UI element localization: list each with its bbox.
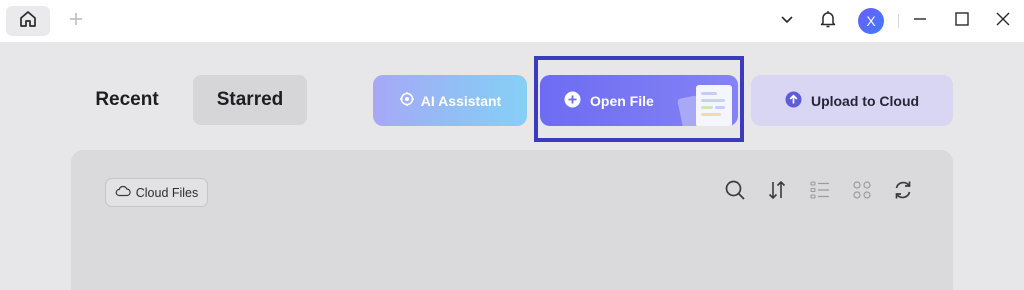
plus-circle-icon [564, 91, 581, 111]
upload-arrow-icon [785, 91, 802, 111]
bell-icon [818, 9, 838, 34]
titlebar-divider [898, 14, 899, 28]
dropdown-button[interactable] [774, 8, 800, 34]
refresh-button[interactable] [891, 180, 915, 204]
upload-to-cloud-button[interactable]: Upload to Cloud [751, 75, 953, 126]
minimize-icon [912, 11, 928, 32]
grid-view-button[interactable] [850, 180, 874, 204]
open-file-button[interactable]: Open File [540, 75, 738, 126]
tab-recent-label: Recent [95, 89, 159, 110]
home-tab[interactable] [6, 6, 50, 36]
avatar[interactable]: X [858, 8, 884, 34]
plus-icon [68, 11, 84, 32]
ai-assistant-icon [399, 91, 415, 110]
close-button[interactable] [990, 8, 1016, 34]
maximize-icon [954, 11, 970, 32]
list-view-icon [809, 179, 831, 206]
files-panel: Cloud Files [71, 150, 953, 290]
cloud-icon [115, 184, 131, 201]
documents-icon [676, 83, 736, 126]
ai-assistant-button[interactable]: AI Assistant [373, 75, 527, 126]
notifications-button[interactable] [815, 8, 841, 34]
ai-assistant-label: AI Assistant [420, 92, 502, 109]
sort-icon [766, 179, 788, 206]
list-view-button[interactable] [808, 180, 832, 204]
minimize-button[interactable] [907, 8, 933, 34]
sort-button[interactable] [765, 180, 789, 204]
tab-recent[interactable]: Recent [78, 75, 176, 125]
new-tab-button[interactable] [64, 8, 88, 34]
tab-starred-label: Starred [216, 89, 284, 110]
search-button[interactable] [723, 180, 747, 204]
open-file-label: Open File [590, 92, 654, 109]
cloud-files-label: Cloud Files [135, 185, 199, 200]
home-icon [18, 9, 38, 34]
avatar-initial: X [866, 13, 876, 29]
title-bar: X [0, 0, 1024, 42]
search-icon [724, 179, 746, 206]
tab-starred[interactable]: Starred [193, 75, 307, 125]
cloud-files-filter[interactable]: Cloud Files [105, 178, 208, 207]
chevron-down-icon [779, 11, 795, 32]
refresh-icon [892, 179, 914, 206]
close-icon [995, 11, 1011, 32]
maximize-button[interactable] [949, 8, 975, 34]
main-area: Recent Starred AI Assistant Open File Up… [0, 42, 1024, 290]
grid-view-icon [851, 179, 873, 206]
upload-label: Upload to Cloud [810, 92, 920, 109]
